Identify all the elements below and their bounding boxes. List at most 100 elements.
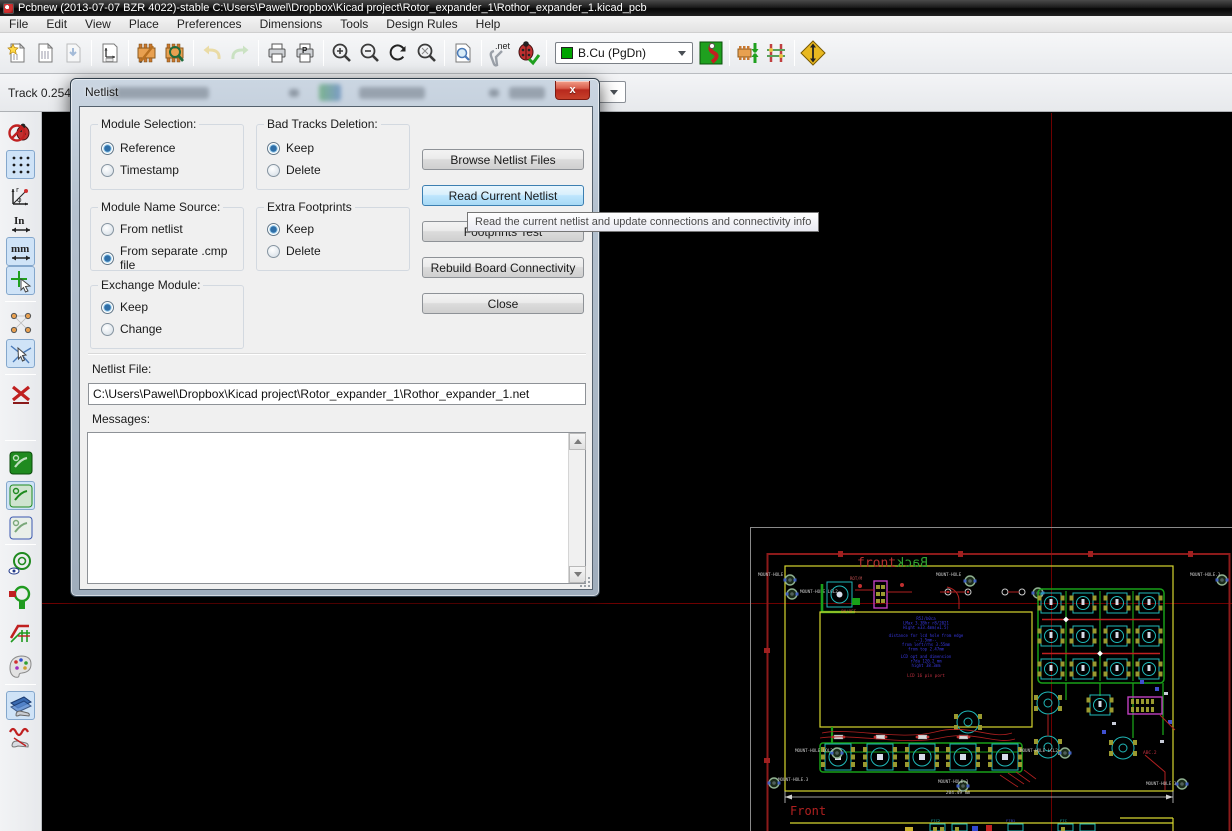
zoom-fit-icon[interactable] bbox=[412, 39, 440, 67]
menu-design-rules[interactable]: Design Rules bbox=[377, 16, 466, 33]
menu-preferences[interactable]: Preferences bbox=[168, 16, 251, 33]
rebuild-board-connectivity-button[interactable]: Rebuild Board Connectivity bbox=[422, 257, 584, 278]
layers-manager-icon[interactable] bbox=[6, 691, 35, 720]
menu-edit[interactable]: Edit bbox=[37, 16, 76, 33]
footprint-viewer-icon[interactable] bbox=[161, 39, 189, 67]
fp-label: F7C bbox=[1060, 818, 1067, 823]
close-icon[interactable]: x bbox=[555, 81, 590, 100]
new-board-icon[interactable] bbox=[3, 39, 31, 67]
netlist-file-input[interactable] bbox=[88, 383, 586, 405]
mode-footprint-icon[interactable] bbox=[734, 39, 762, 67]
netlist-dialog-titlebar[interactable]: Netlist x bbox=[71, 79, 599, 106]
svg-text:P: P bbox=[302, 46, 308, 55]
mount-hole-label: MOUNT-HOLE bbox=[936, 572, 962, 577]
units-inch-icon[interactable]: In bbox=[6, 209, 35, 238]
undo-icon[interactable] bbox=[198, 39, 226, 67]
browse-netlist-files-button[interactable]: Browse Netlist Files bbox=[422, 149, 584, 170]
netlist-icon[interactable]: .net bbox=[486, 39, 514, 67]
radio-extra-delete[interactable] bbox=[267, 245, 280, 258]
mount-hole-label: MOUNT-HOLE.3 bbox=[938, 779, 969, 784]
messages-scrollbar[interactable] bbox=[568, 433, 585, 583]
auto-delete-track-icon[interactable] bbox=[6, 381, 35, 410]
resize-grip[interactable] bbox=[580, 577, 590, 587]
lcd-notes: R5J/b0ca LMax 3.3Bhr r8/2021 Hight ±33.4… bbox=[889, 616, 964, 668]
menu-place[interactable]: Place bbox=[120, 16, 168, 33]
page-settings-icon[interactable] bbox=[96, 39, 124, 67]
lcd-port-label: LCD 16 pin port bbox=[907, 673, 945, 678]
mode-track-icon[interactable] bbox=[762, 39, 790, 67]
svg-text:Hight ±33.4mm(±1.5): Hight ±33.4mm(±1.5) bbox=[903, 625, 949, 630]
drc-off-icon[interactable] bbox=[6, 118, 35, 147]
bottom-button-row bbox=[820, 727, 1036, 787]
radio-exchange-change[interactable] bbox=[101, 323, 114, 336]
zoom-combo-fragment[interactable] bbox=[598, 81, 626, 103]
read-current-netlist-button[interactable]: Read Current Netlist bbox=[422, 185, 584, 206]
pcb-front-label: front bbox=[857, 556, 896, 571]
group-label: Exchange Module: bbox=[98, 278, 203, 292]
redo-icon[interactable] bbox=[226, 39, 254, 67]
menu-file[interactable]: File bbox=[0, 16, 37, 33]
pcbnew-window: Pcbnew (2013-07-07 BZR 4022)-stable C:\U… bbox=[0, 0, 1232, 831]
find-icon[interactable] bbox=[449, 39, 477, 67]
messages-box[interactable] bbox=[87, 432, 586, 584]
open-board-icon[interactable] bbox=[31, 39, 59, 67]
tracks-sketch-icon[interactable] bbox=[6, 616, 35, 645]
menubar: File Edit View Place Preferences Dimensi… bbox=[0, 16, 1232, 33]
menu-tools[interactable]: Tools bbox=[331, 16, 377, 33]
radio-from-cmp-file[interactable] bbox=[101, 252, 114, 265]
close-button[interactable]: Close bbox=[422, 293, 584, 314]
pads-sketch-icon[interactable] bbox=[6, 549, 35, 578]
zones-nofill-icon[interactable] bbox=[6, 513, 35, 542]
zoom-in-icon[interactable] bbox=[328, 39, 356, 67]
vias-sketch-icon[interactable] bbox=[6, 582, 35, 611]
group-module-name-source: Module Name Source: From netlist From se… bbox=[90, 207, 244, 271]
radio-exchange-keep[interactable] bbox=[101, 301, 114, 314]
ratsnest-visibility-icon[interactable] bbox=[6, 308, 35, 337]
main-toolbar: P .net B.Cu (PgDn) bbox=[0, 33, 1232, 74]
radio-bad-tracks-keep[interactable] bbox=[267, 142, 280, 155]
high-contrast-icon[interactable] bbox=[6, 651, 35, 680]
group-label: Extra Footprints bbox=[264, 200, 355, 214]
mount-hole-label: MOUNT-HOLE 3 bbox=[1146, 781, 1177, 786]
footprint-editor-icon[interactable] bbox=[133, 39, 161, 67]
polar-coords-icon[interactable]: φr bbox=[6, 181, 35, 210]
window-titlebar[interactable]: Pcbnew (2013-07-07 BZR 4022)-stable C:\U… bbox=[0, 0, 1232, 16]
module-ratsnest-icon[interactable] bbox=[6, 339, 35, 368]
zones-fill-icon[interactable] bbox=[6, 448, 35, 477]
plot-icon[interactable]: P bbox=[291, 39, 319, 67]
units-mm-icon[interactable]: mm bbox=[6, 237, 35, 266]
radio-from-netlist[interactable] bbox=[101, 223, 114, 236]
netlist-dialog-title: Netlist bbox=[85, 85, 118, 99]
scroll-up-icon[interactable] bbox=[569, 433, 586, 450]
menu-help[interactable]: Help bbox=[467, 16, 510, 33]
redraw-icon[interactable] bbox=[384, 39, 412, 67]
drc-icon[interactable] bbox=[514, 39, 542, 67]
rot-label: ROT/M bbox=[850, 576, 863, 581]
radio-bad-tracks-delete[interactable] bbox=[267, 164, 280, 177]
radio-timestamp[interactable] bbox=[101, 164, 114, 177]
group-label: Module Selection: bbox=[98, 117, 199, 131]
print-icon[interactable] bbox=[263, 39, 291, 67]
layer-manager-toggle-icon[interactable] bbox=[697, 39, 725, 67]
menu-view[interactable]: View bbox=[76, 16, 120, 33]
netlist-file-label: Netlist File: bbox=[92, 362, 151, 376]
autoroute-mode-icon[interactable] bbox=[799, 39, 827, 67]
zoom-out-icon[interactable] bbox=[356, 39, 384, 67]
menu-dimensions[interactable]: Dimensions bbox=[251, 16, 332, 33]
left-toolbar: φr In mm bbox=[0, 112, 42, 831]
zones-outline-icon[interactable] bbox=[6, 481, 35, 510]
save-board-icon[interactable] bbox=[59, 39, 87, 67]
radio-reference[interactable] bbox=[101, 142, 114, 155]
layer-selector[interactable]: B.Cu (PgDn) bbox=[555, 42, 693, 64]
separator bbox=[88, 353, 586, 355]
radio-extra-keep[interactable] bbox=[267, 223, 280, 236]
group-module-selection: Module Selection: Reference Timestamp bbox=[90, 124, 244, 190]
cursor-shape-icon[interactable] bbox=[6, 266, 35, 295]
pcbnew-app-icon bbox=[3, 3, 14, 14]
radio-label: Keep bbox=[120, 300, 148, 314]
microwave-tools-icon[interactable] bbox=[6, 722, 35, 751]
radio-label: From netlist bbox=[120, 222, 183, 236]
radio-label: Keep bbox=[286, 141, 314, 155]
radio-label: From separate .cmp file bbox=[120, 244, 243, 272]
grid-visibility-icon[interactable] bbox=[6, 150, 35, 179]
